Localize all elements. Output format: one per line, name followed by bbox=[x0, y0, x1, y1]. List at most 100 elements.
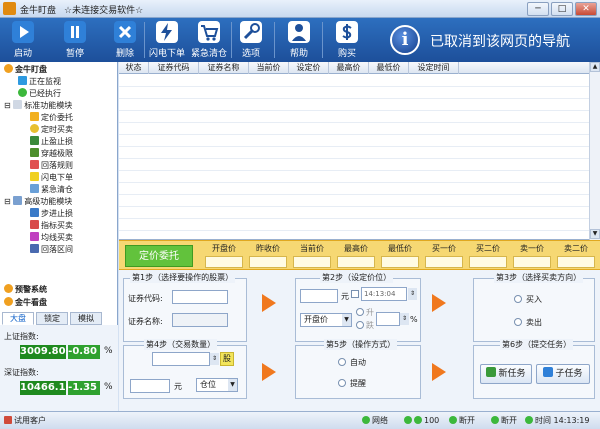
tree-item-monitoring[interactable]: 正在监视 bbox=[18, 76, 61, 87]
table-row-line bbox=[119, 146, 589, 147]
delete-button[interactable]: 删除 bbox=[110, 21, 140, 59]
col-low[interactable]: 最低价 bbox=[369, 62, 409, 74]
percent-sign: % bbox=[410, 315, 418, 324]
sz-index-change: -1.35 bbox=[68, 381, 100, 395]
start-button[interactable]: 启动 bbox=[8, 21, 38, 59]
help-button[interactable]: 帮助 bbox=[284, 21, 314, 59]
tab-simulate[interactable]: 模拟 bbox=[70, 312, 102, 325]
shares-unit-button[interactable]: 股 bbox=[220, 352, 234, 366]
table-row-line bbox=[119, 194, 589, 195]
time-spinner-icon[interactable]: ⇕ bbox=[408, 288, 417, 300]
quote-label: 卖二价 bbox=[564, 244, 588, 253]
new-task-icon bbox=[486, 367, 497, 377]
table-row-line bbox=[119, 110, 589, 111]
tree-item-stop-loss[interactable]: 止盈止损 bbox=[30, 136, 73, 147]
cross-icon bbox=[30, 148, 39, 157]
tree-item-fallback-range[interactable]: 回落区间 bbox=[30, 244, 73, 255]
purchase-icon bbox=[336, 21, 358, 43]
minimize-button[interactable]: ─ bbox=[527, 2, 549, 16]
percent-input[interactable] bbox=[376, 312, 400, 326]
quote-label: 昨收价 bbox=[256, 244, 280, 253]
maximize-button[interactable]: □ bbox=[551, 2, 573, 16]
tree-item-emergency-clear[interactable]: 紧急清仓 bbox=[30, 184, 73, 195]
fall-radio[interactable] bbox=[356, 321, 364, 329]
emergency-clear-button[interactable]: 紧急清仓 bbox=[190, 21, 228, 59]
progress-status: 100 bbox=[404, 415, 439, 427]
table-row-line bbox=[119, 134, 589, 135]
time-checkbox[interactable] bbox=[351, 290, 359, 298]
sz-index-value: 10466.16 bbox=[20, 381, 73, 395]
amount-input[interactable] bbox=[130, 379, 170, 393]
tab-market[interactable]: 大盘 bbox=[2, 312, 34, 325]
close-button[interactable]: ✕ bbox=[575, 2, 597, 16]
tree-item-timed-trade[interactable]: 定时买卖 bbox=[30, 124, 73, 135]
code-label: 证券代码: bbox=[128, 294, 163, 303]
tree-item-flash-order[interactable]: 闪电下单 bbox=[30, 172, 73, 183]
monitor-icon bbox=[18, 76, 27, 85]
step4-title: 第4步（交易数量） bbox=[144, 339, 218, 350]
tree-alert-system[interactable]: 预警系统 bbox=[4, 284, 47, 295]
auto-label: 自动 bbox=[350, 358, 366, 367]
col-set-time[interactable]: 设定时间 bbox=[409, 62, 459, 74]
price-mode-select[interactable]: 开盘价 ▼ bbox=[300, 313, 352, 327]
tree-item-cross-limit[interactable]: 穿越极限 bbox=[30, 148, 73, 159]
sell-radio[interactable] bbox=[514, 318, 522, 326]
module-icon bbox=[13, 100, 23, 109]
quote-value-field bbox=[425, 256, 463, 268]
tree-item-ma-trade[interactable]: 均线买卖 bbox=[30, 232, 73, 243]
wrench-icon bbox=[240, 21, 262, 43]
vertical-scrollbar[interactable]: ▲ ▼ bbox=[589, 62, 600, 240]
buy-radio[interactable] bbox=[514, 295, 522, 303]
sub-task-button[interactable]: 子任务 bbox=[536, 364, 590, 384]
quantity-input[interactable] bbox=[152, 352, 210, 366]
col-name[interactable]: 证券名称 bbox=[199, 62, 249, 74]
flash-order-button[interactable]: 闪电下单 bbox=[148, 21, 186, 59]
position-select[interactable]: 仓位 ▼ bbox=[196, 378, 238, 392]
rise-radio[interactable] bbox=[356, 308, 364, 316]
table-row-line bbox=[119, 206, 589, 207]
toolbar-separator bbox=[322, 22, 323, 58]
collapse-icon: ⊟ bbox=[4, 101, 14, 110]
time-input[interactable]: 14:13:04 bbox=[361, 287, 407, 301]
remind-radio[interactable] bbox=[338, 379, 346, 387]
step5-panel: 第5步（操作方式） 自动 提醒 bbox=[295, 339, 421, 399]
tree-item-executed[interactable]: 已经执行 bbox=[18, 88, 61, 99]
percent-spinner-icon[interactable]: ⇕ bbox=[400, 313, 409, 325]
col-high[interactable]: 最高价 bbox=[329, 62, 369, 74]
arrow-right-icon bbox=[432, 294, 446, 312]
quantity-spinner-icon[interactable]: ⇕ bbox=[210, 353, 219, 365]
arrow-right-icon bbox=[262, 294, 276, 312]
tree-item-indicator-trade[interactable]: 指标买卖 bbox=[30, 220, 73, 231]
pause-button[interactable]: 暂停 bbox=[60, 21, 90, 59]
table-row-line bbox=[119, 218, 589, 219]
tree-group-standard[interactable]: ⊟ 标准功能模块 bbox=[4, 100, 72, 111]
table-row-line bbox=[119, 98, 589, 99]
quote-value-field bbox=[469, 256, 507, 268]
tab-lock[interactable]: 锁定 bbox=[36, 312, 68, 325]
new-task-button[interactable]: 新任务 bbox=[480, 364, 532, 384]
stock-code-input[interactable] bbox=[172, 290, 228, 304]
tree-item-fallback-rule[interactable]: 回落规则 bbox=[30, 160, 73, 171]
order-table: 状态 证券代码 证券名称 当前价 设定价 最高价 最低价 设定时间 ▲ ▼ bbox=[119, 62, 600, 240]
auto-radio[interactable] bbox=[338, 358, 346, 366]
delete-icon bbox=[114, 21, 136, 43]
connection-status-2: 断开 bbox=[491, 415, 517, 427]
cart-icon bbox=[198, 21, 220, 43]
purchase-button[interactable]: 购买 bbox=[332, 21, 362, 59]
tree-group-market[interactable]: 金牛看盘 bbox=[4, 297, 47, 308]
options-button[interactable]: 选项 bbox=[236, 21, 266, 59]
tree-group-watch[interactable]: 金牛盯盘 bbox=[4, 64, 47, 75]
toolbar-separator bbox=[231, 22, 232, 58]
col-status[interactable]: 状态 bbox=[119, 62, 149, 74]
scroll-up-icon[interactable]: ▲ bbox=[590, 62, 600, 72]
step3-title: 第3步（选择买卖方向） bbox=[494, 272, 584, 283]
tree-group-advanced[interactable]: ⊟ 高级功能模块 bbox=[4, 196, 72, 207]
scroll-down-icon[interactable]: ▼ bbox=[590, 229, 600, 239]
price-input[interactable] bbox=[300, 289, 338, 303]
col-code[interactable]: 证券代码 bbox=[149, 62, 199, 74]
tree-item-limit-order[interactable]: 定价委托 bbox=[30, 112, 73, 123]
tree-item-step-stop[interactable]: 步进止损 bbox=[30, 208, 73, 219]
col-current-price[interactable]: 当前价 bbox=[249, 62, 289, 74]
order-steps: 第1步（选择要操作的股票） 证券代码: 证券名称: 第2步（设定价位） 元 14… bbox=[119, 270, 600, 411]
col-set-price[interactable]: 设定价 bbox=[289, 62, 329, 74]
